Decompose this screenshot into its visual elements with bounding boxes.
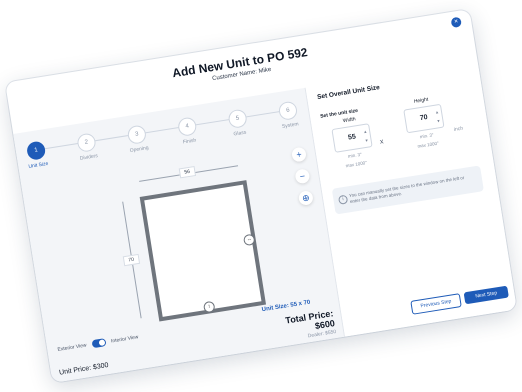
times-sign: x <box>379 138 385 146</box>
width-control: Width 55 ▲ ▼ min. 3" max 1000" <box>323 113 382 172</box>
step-number: 4 <box>176 116 198 137</box>
previous-step-button[interactable]: Previous Step <box>410 293 462 315</box>
step-number: 3 <box>126 124 148 145</box>
unit-price: Unit Price: $300 <box>58 361 109 377</box>
unit-inch-label: inch <box>453 125 464 133</box>
height-stepper-icon[interactable]: ▲ ▼ <box>434 107 441 125</box>
height-dimension-label: 70 <box>122 253 140 267</box>
step-number: 5 <box>227 108 248 130</box>
modal-scene: Add New Unit to PO 592 Customer Name: Mi… <box>5 9 517 383</box>
step-label: Opening <box>129 145 150 154</box>
unit-frame[interactable] <box>139 180 267 322</box>
step-opening[interactable]: 3 Opening <box>111 122 165 156</box>
unit-drawing: 56 70 ↔ ↕ <box>92 156 285 341</box>
add-unit-modal: Add New Unit to PO 592 Customer Name: Mi… <box>5 9 517 383</box>
step-label: System <box>281 121 300 130</box>
step-label: Glass <box>233 129 247 138</box>
interior-view-label: Interior View <box>110 334 139 345</box>
width-dimension-label: 56 <box>178 166 196 179</box>
info-icon: i <box>337 194 349 205</box>
step-unit-size[interactable]: 1 Unit Size <box>10 138 64 172</box>
step-label: Unit Size <box>28 160 49 170</box>
width-input[interactable]: 55 ▲ ▼ <box>331 123 373 153</box>
zoom-out-icon[interactable]: − <box>294 168 311 185</box>
step-number: 1 <box>25 140 47 161</box>
step-label: Finish <box>182 137 197 146</box>
view-toggle: Exterior View Interior View <box>57 333 139 354</box>
zoom-in-icon[interactable]: + <box>290 146 307 163</box>
width-value: 55 <box>347 133 357 142</box>
step-number: 2 <box>76 132 97 153</box>
step-finish[interactable]: 4 Finish <box>161 114 215 148</box>
configurator-panel: 1 Unit Size 2 Dividers 3 Opening 4 Finis… <box>10 87 346 383</box>
width-stepper-icon[interactable]: ▲ ▼ <box>363 127 370 145</box>
height-input[interactable]: 70 ▲ ▼ <box>403 103 445 134</box>
recenter-icon[interactable]: ⊕ <box>297 189 314 207</box>
exterior-view-label: Exterior View <box>57 342 88 354</box>
overall-size-title: Set Overall Unit Size <box>316 84 381 101</box>
step-glass[interactable]: 5 Glass <box>212 106 266 140</box>
step-dividers[interactable]: 2 Dividers <box>60 130 114 164</box>
height-control: Height 70 ▲ ▼ min. 3" max 1000" <box>395 94 454 153</box>
step-label: Dividers <box>79 153 99 162</box>
step-number: 6 <box>277 100 299 122</box>
info-text: You can manually set the sizes to the wi… <box>348 175 465 205</box>
view-switch[interactable] <box>91 338 107 349</box>
next-step-button[interactable]: Next Step <box>463 285 509 305</box>
size-info-box: i You can manually set the sizes to the … <box>331 165 484 215</box>
height-value: 70 <box>419 114 429 123</box>
